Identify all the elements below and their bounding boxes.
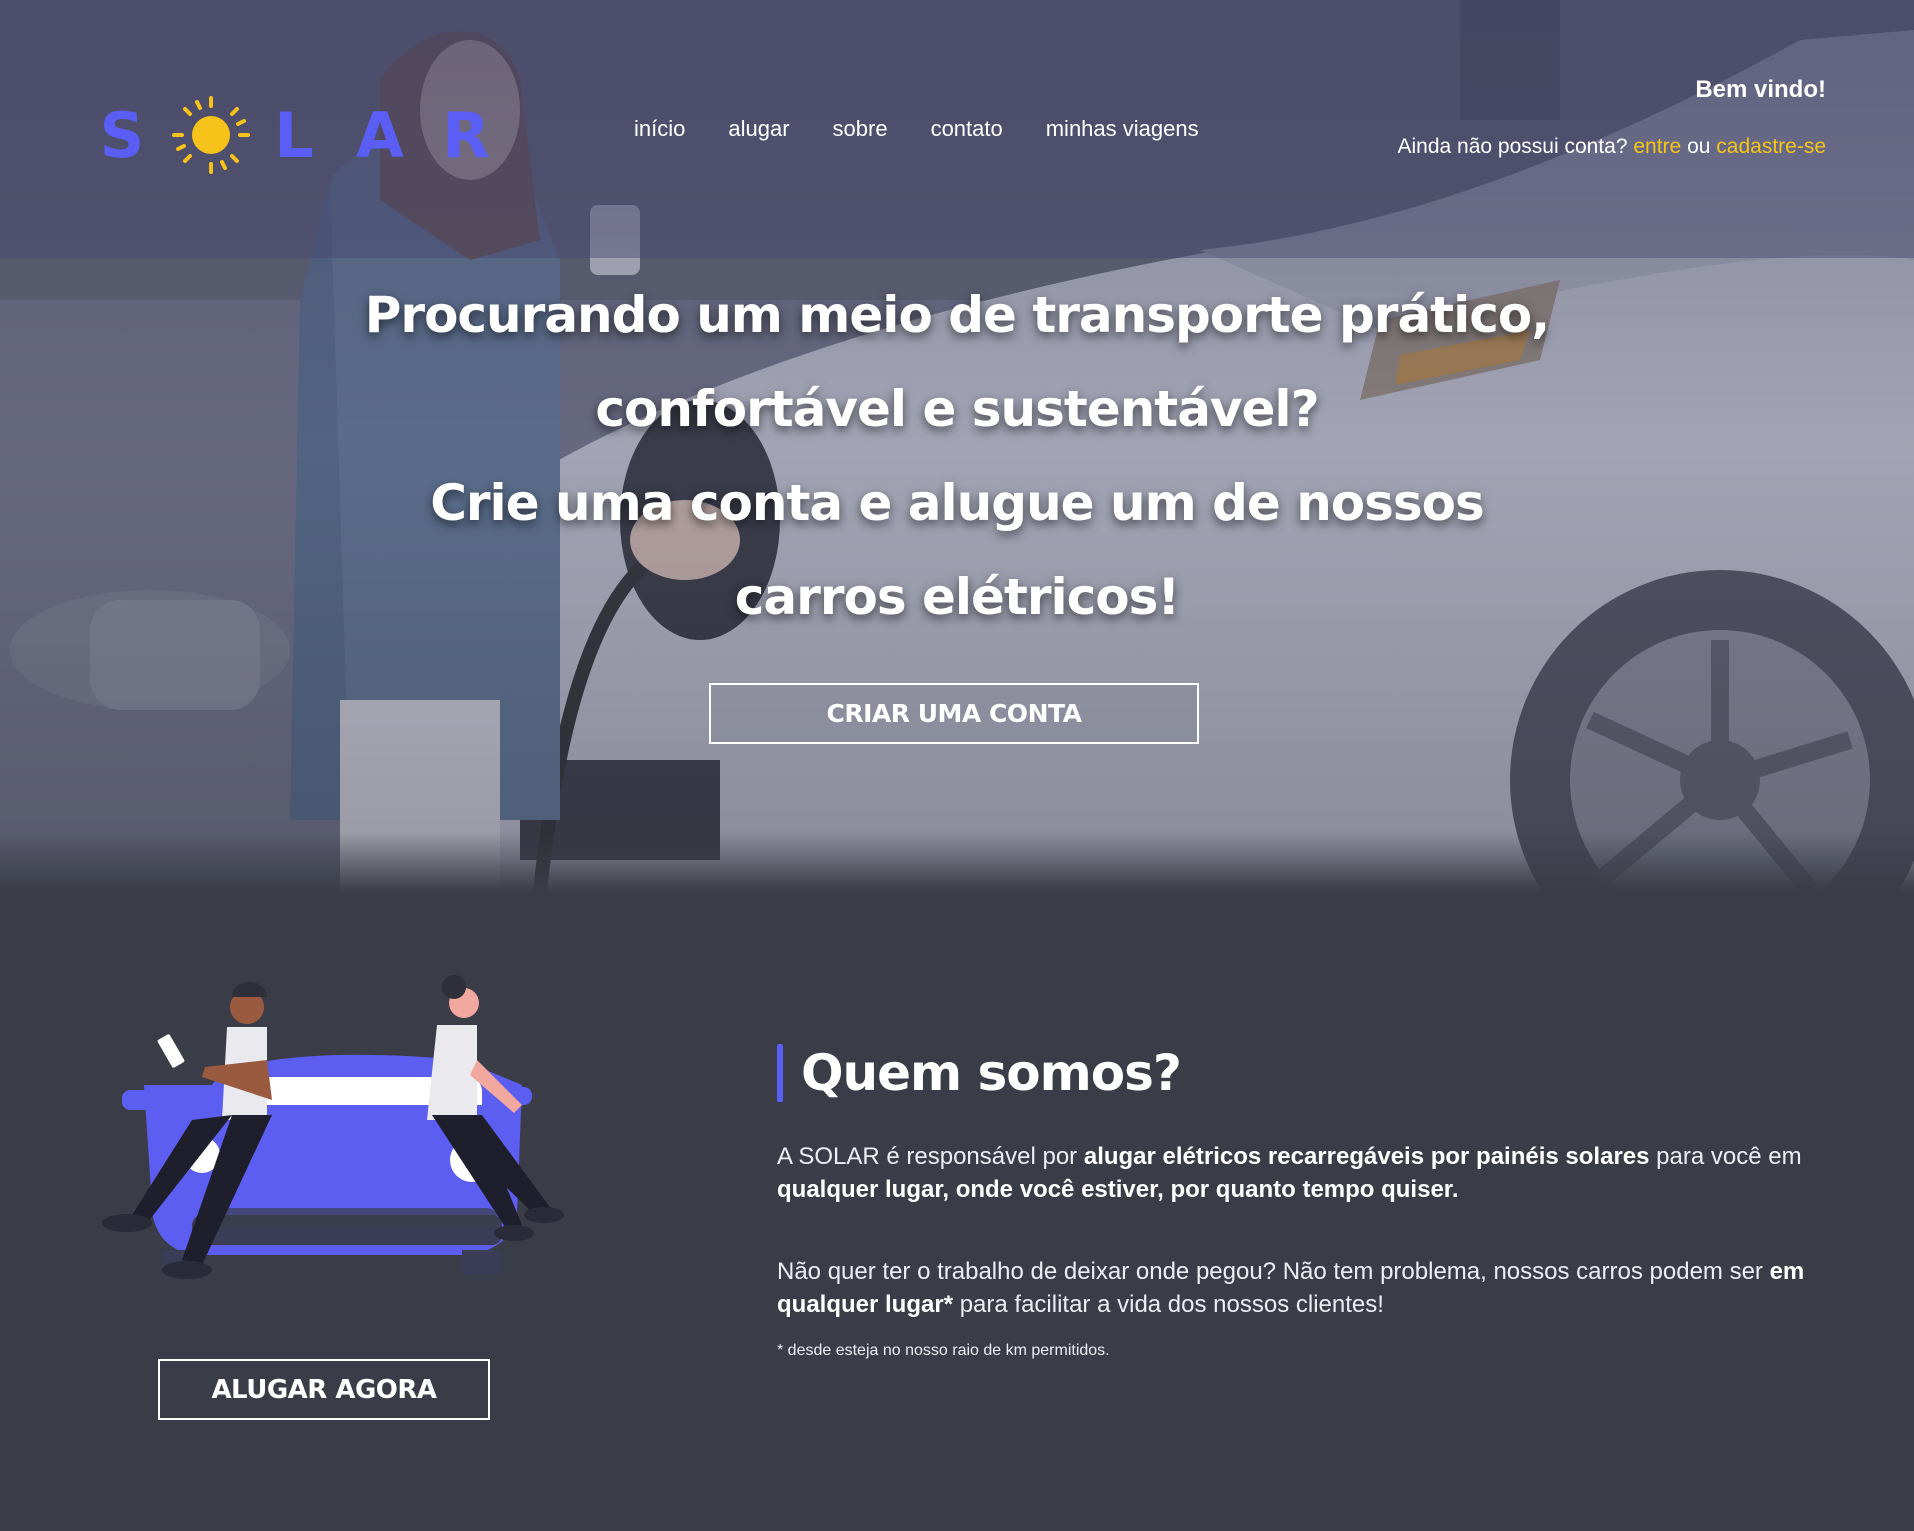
logo-letter: R (442, 98, 496, 172)
logo-letter: L (274, 98, 320, 172)
text-segment: A SOLAR é responsável por (777, 1143, 1084, 1170)
or-text: ou (1687, 135, 1711, 158)
welcome-text: Bem vindo! (1695, 76, 1826, 103)
logo-letter: S (99, 98, 151, 172)
about-paragraph-2: Não quer ter o trabalho de deixar onde p… (777, 1255, 1837, 1321)
about-section: Quem somos? A SOLAR é responsável por al… (777, 1042, 1837, 1361)
solar-logo[interactable]: S L A R (82, 94, 512, 176)
text-emphasis: alugar elétricos recarregáveis por painé… (1083, 1143, 1650, 1170)
text-emphasis: qualquer lugar, onde você estiver, por q… (777, 1176, 1459, 1203)
nav-inicio[interactable]: início (634, 116, 685, 142)
site-header: S L A R início alugar sobre contato minh… (0, 0, 1914, 258)
login-link[interactable]: entre (1633, 135, 1681, 158)
text-segment: Não quer ter o trabalho de deixar onde p… (777, 1258, 1770, 1285)
nav-minhas-viagens[interactable]: minhas viagens (1046, 116, 1199, 142)
sun-icon (172, 96, 250, 174)
main-nav: início alugar sobre contato minhas viage… (634, 116, 1242, 142)
hero-headline-line: Crie uma conta e alugue um de nossos (430, 474, 1485, 532)
hero-headline-line: carros elétricos! (734, 568, 1180, 626)
illustration-people-car (102, 975, 564, 1279)
about-title: Quem somos? (801, 1044, 1182, 1102)
text-segment: para facilitar a vida dos nossos cliente… (953, 1291, 1384, 1318)
hero-section: S L A R início alugar sobre contato minh… (0, 0, 1914, 892)
nav-contato[interactable]: contato (931, 116, 1003, 142)
about-heading: Quem somos? (777, 1042, 1837, 1104)
footnote: * desde esteja no nosso raio de km permi… (777, 1342, 1110, 1359)
heading-accent-bar (777, 1044, 783, 1102)
logo-letter: A (356, 98, 410, 172)
nav-alugar[interactable]: alugar (728, 116, 789, 142)
create-account-button[interactable]: CRIAR UMA CONTA (709, 683, 1199, 744)
hero-headline-line: Procurando um meio de transporte prático… (364, 286, 1550, 344)
hero-headline: Procurando um meio de transporte prático… (0, 268, 1914, 644)
account-prompt-text: Ainda não possui conta? (1397, 135, 1628, 158)
text-segment: para você em (1649, 1143, 1802, 1170)
signup-link[interactable]: cadastre-se (1716, 135, 1826, 158)
nav-sobre[interactable]: sobre (833, 116, 888, 142)
account-prompt-line: Ainda não possui conta? entre ou cadastr… (1398, 135, 1827, 159)
hero-fade (0, 832, 1914, 892)
rent-now-button[interactable]: ALUGAR AGORA (158, 1359, 490, 1420)
hero-headline-line: confortável e sustentável? (595, 380, 1319, 438)
about-paragraph-1: A SOLAR é responsável por alugar elétric… (777, 1140, 1837, 1206)
